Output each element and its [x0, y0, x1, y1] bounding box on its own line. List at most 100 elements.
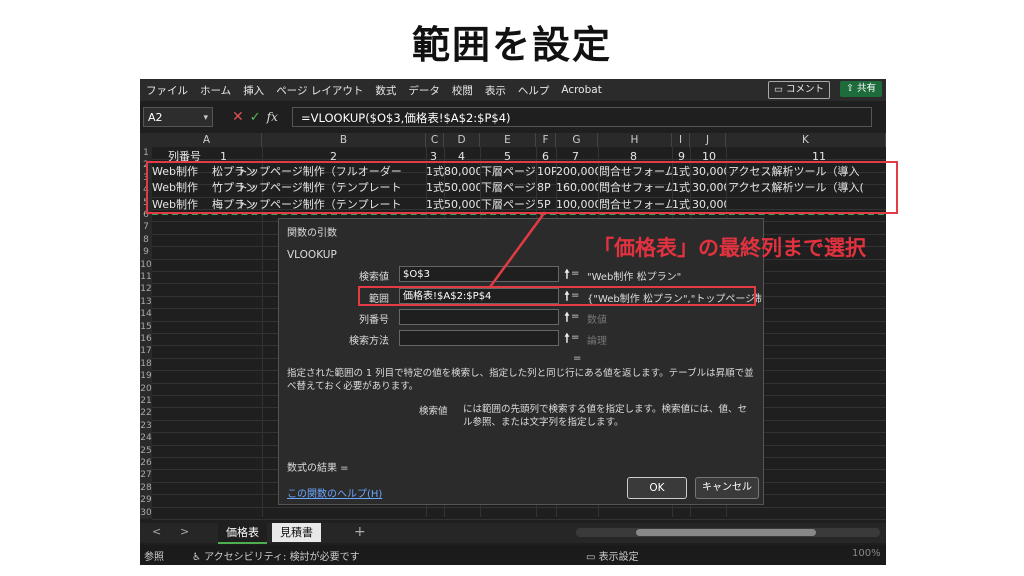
- chevron-right-icon[interactable]: >: [180, 525, 189, 538]
- column-header-j[interactable]: J: [690, 133, 726, 147]
- share-button[interactable]: ⇧ 共有: [839, 81, 882, 97]
- row-header[interactable]: 8: [140, 233, 152, 247]
- arg-result-lookup-value: "Web制作 松プラン": [587, 272, 682, 283]
- row-header[interactable]: 15: [140, 320, 152, 333]
- confirm-entry-icon[interactable]: ✓: [250, 110, 261, 125]
- function-description: 指定された範囲の 1 列目で特定の値を検索し、指定した列と同じ行にある値を返しま…: [287, 368, 754, 392]
- grid-row-line: [152, 506, 886, 508]
- horizontal-scrollbar[interactable]: [576, 528, 880, 537]
- arg-equals: =: [571, 332, 580, 343]
- row-header[interactable]: 14: [140, 308, 152, 321]
- add-sheet-button[interactable]: +: [354, 524, 366, 540]
- menu-acrobat[interactable]: Acrobat: [555, 84, 608, 96]
- row-header[interactable]: 13: [140, 295, 152, 309]
- row-header[interactable]: 24: [140, 432, 152, 445]
- arg-label-lookup-value: 検索値: [359, 272, 389, 283]
- row-header[interactable]: 26: [140, 457, 152, 470]
- comment-button[interactable]: ▭ コメント: [767, 81, 830, 99]
- display-settings-button[interactable]: ▭ 表示設定: [586, 548, 639, 563]
- column-header-c[interactable]: C: [426, 133, 444, 147]
- sheet-tab-estimate[interactable]: 見積書: [272, 523, 321, 542]
- column-header-b[interactable]: B: [262, 133, 426, 147]
- name-box[interactable]: A2 ▾: [143, 107, 213, 127]
- current-arg-description: には範囲の先頭列で検索する値を指定します。検索値には、値、セル参照、または文字列…: [463, 404, 748, 428]
- dialog-title: 関数の引数: [287, 228, 337, 239]
- share-icon: ⇧: [845, 83, 854, 94]
- arg-label-col-index: 列番号: [359, 315, 389, 326]
- function-help-link[interactable]: この関数のヘルプ(H): [287, 485, 382, 500]
- column-header-i[interactable]: I: [672, 133, 690, 147]
- cancel-button[interactable]: キャンセル: [695, 477, 759, 499]
- arg-equals: =: [571, 311, 580, 322]
- comment-icon: ▭: [773, 84, 783, 95]
- name-box-value: A2: [148, 111, 163, 124]
- menu-help[interactable]: ヘルプ: [512, 83, 556, 98]
- accessibility-icon: ♿: [192, 552, 201, 563]
- menu-review[interactable]: 校閲: [446, 83, 479, 98]
- row-header[interactable]: 20: [140, 382, 152, 395]
- row-header[interactable]: 25: [140, 444, 152, 457]
- row-header[interactable]: 17: [140, 345, 152, 358]
- ok-button[interactable]: OK: [627, 477, 687, 499]
- accessibility-status[interactable]: ♿ アクセシビリティ: 検討が必要です: [192, 548, 360, 563]
- status-mode: 参照: [144, 552, 164, 563]
- insert-function-icon[interactable]: fx: [267, 110, 278, 124]
- row-header[interactable]: 28: [140, 481, 152, 495]
- row-header[interactable]: 9: [140, 246, 152, 259]
- chevron-down-icon[interactable]: ▾: [203, 108, 208, 128]
- zoom-level[interactable]: 100%: [852, 548, 881, 559]
- arg-input-lookup-value[interactable]: $O$3: [399, 266, 559, 282]
- row-header[interactable]: 1: [140, 147, 152, 160]
- sheet-tab-price-list[interactable]: 価格表: [218, 523, 267, 544]
- cancel-entry-icon[interactable]: ✕: [232, 109, 244, 125]
- menu-data[interactable]: データ: [402, 83, 446, 98]
- row-header[interactable]: 19: [140, 370, 152, 383]
- column-header-a[interactable]: A: [152, 133, 262, 147]
- highlight-range-argument: [358, 286, 756, 306]
- row-header[interactable]: 12: [140, 283, 152, 296]
- chevron-left-icon[interactable]: <: [152, 525, 161, 538]
- row-header[interactable]: 23: [140, 419, 152, 433]
- formula-bar: A2 ▾ ✕ ✓ fx =VLOOKUP($O$3,価格表!$A$2:$P$4): [140, 105, 886, 129]
- column-header-g[interactable]: G: [556, 133, 598, 147]
- row-header[interactable]: 10: [140, 258, 152, 271]
- arg-result-range-lookup: 論理: [587, 336, 607, 347]
- column-header-d[interactable]: D: [444, 133, 480, 147]
- current-arg-name: 検索値: [419, 406, 448, 417]
- accessibility-label: アクセシビリティ: 検討が必要です: [204, 552, 360, 563]
- row-header[interactable]: 18: [140, 357, 152, 371]
- arg-equals: =: [571, 268, 580, 279]
- row-header[interactable]: 30: [140, 506, 152, 519]
- arg-result-col-index: 数値: [587, 315, 607, 326]
- menu-page-layout[interactable]: ページ レイアウト: [270, 83, 369, 98]
- column-header-e[interactable]: E: [480, 133, 536, 147]
- scrollbar-thumb[interactable]: [636, 529, 816, 536]
- grid-row-line: [152, 519, 886, 520]
- callout-text: 「価格表」の最終列まで選択: [593, 236, 866, 260]
- arg-input-col-index[interactable]: [399, 309, 559, 325]
- row-header[interactable]: 27: [140, 469, 152, 482]
- share-label: 共有: [856, 83, 876, 94]
- menu-home[interactable]: ホーム: [194, 83, 237, 98]
- menu-view[interactable]: 表示: [479, 83, 512, 98]
- display-settings-icon: ▭: [586, 552, 596, 563]
- column-header-f[interactable]: F: [536, 133, 556, 147]
- function-result-equals: =: [573, 353, 582, 364]
- row-header[interactable]: 16: [140, 333, 152, 346]
- column-header-h[interactable]: H: [598, 133, 672, 147]
- status-bar: 参照 ♿ アクセシビリティ: 検討が必要です ▭ 表示設定 100%: [140, 545, 886, 565]
- row-header[interactable]: 29: [140, 494, 152, 507]
- row-header[interactable]: 7: [140, 221, 152, 234]
- row-header[interactable]: 21: [140, 395, 152, 408]
- menu-insert[interactable]: 挿入: [237, 83, 270, 98]
- row-header[interactable]: 11: [140, 271, 152, 284]
- arg-input-range-lookup[interactable]: [399, 330, 559, 346]
- menu-file[interactable]: ファイル: [140, 83, 194, 98]
- page-heading: 範囲を設定: [411, 23, 612, 67]
- column-header-k[interactable]: K: [726, 133, 886, 147]
- menu-formulas[interactable]: 数式: [369, 83, 402, 98]
- formula-input[interactable]: =VLOOKUP($O$3,価格表!$A$2:$P$4): [292, 107, 872, 127]
- formula-controls: ✕ ✓ fx: [232, 107, 278, 127]
- row-header[interactable]: 22: [140, 407, 152, 420]
- sheet-tab-bar: < > 価格表 見積書 +: [140, 523, 886, 544]
